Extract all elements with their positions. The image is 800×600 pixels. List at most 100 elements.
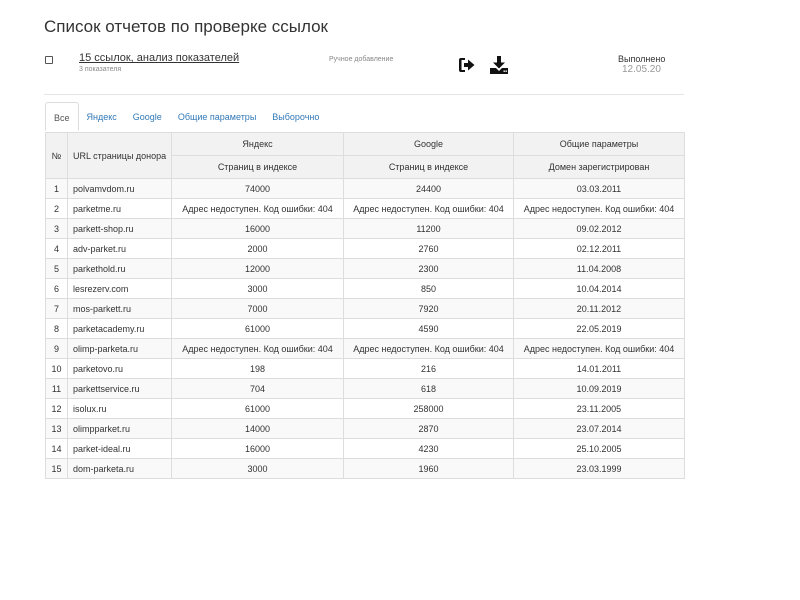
cell-yandex-index: 198 (171, 358, 344, 379)
header-google-index: Страниц в индексе (343, 155, 514, 179)
cell-yandex-index: 7000 (171, 298, 344, 319)
cell-google-index: 2760 (343, 238, 514, 259)
cell-domain-registered: 03.03.2011 (513, 178, 685, 199)
tab-yandex[interactable]: Яндекс (79, 102, 125, 131)
header-url: URL страницы донора (67, 132, 172, 179)
cell-num: 4 (45, 238, 68, 259)
cell-url: parkettservice.ru (67, 378, 172, 399)
cell-num: 5 (45, 258, 68, 279)
table-row: 13 olimpparket.ru 14000 2870 23.07.2014 (45, 418, 685, 439)
header-yandex: Яндекс (171, 132, 344, 156)
cell-google-index: 7920 (343, 298, 514, 319)
cell-url: parketovo.ru (67, 358, 172, 379)
cell-num: 8 (45, 318, 68, 339)
cell-google-index: 850 (343, 278, 514, 299)
cell-domain-registered: 10.04.2014 (513, 278, 685, 299)
cell-domain-registered: 22.05.2019 (513, 318, 685, 339)
cell-google-index: 1960 (343, 458, 514, 479)
table-row: 8 parketacademy.ru 61000 4590 22.05.2019 (45, 318, 685, 339)
cell-url: parketacademy.ru (67, 318, 172, 339)
tab-all[interactable]: Все (45, 102, 79, 131)
cell-url: adv-parket.ru (67, 238, 172, 259)
table-body: 1 polvamvdom.ru 74000 24400 03.03.2011 2 parke… (45, 178, 685, 479)
cell-yandex-index: 61000 (171, 398, 344, 419)
header-google: Google (343, 132, 514, 156)
table-row: 6 lesrezerv.com 3000 850 10.04.2014 (45, 278, 685, 299)
table-row: 2 parketme.ru Адрес недоступен. Код ошибки… (45, 198, 685, 219)
table-row: 1 polvamvdom.ru 74000 24400 03.03.2011 (45, 178, 685, 199)
cell-google-index: 2870 (343, 418, 514, 439)
cell-domain-registered: Адрес недоступен. Код ошибки: 404 (513, 338, 685, 359)
table-row: 14 parket-ideal.ru 16000 4230 25.10.2005 (45, 438, 685, 459)
cell-url: polvamvdom.ru (67, 178, 172, 199)
cell-domain-registered: 23.11.2005 (513, 398, 685, 419)
cell-yandex-index: 704 (171, 378, 344, 399)
tab-selective[interactable]: Выборочно (264, 102, 327, 131)
cell-url: parkett-shop.ru (67, 218, 172, 239)
report-checkbox[interactable] (45, 56, 53, 64)
cell-domain-registered: 11.04.2008 (513, 258, 685, 279)
page-title: Список отчетов по проверке ссылок (44, 17, 328, 36)
table-row: 12 isolux.ru 61000 258000 23.11.2005 (45, 398, 685, 419)
cell-yandex-index: 14000 (171, 418, 344, 439)
header-yandex-index: Страниц в индексе (171, 155, 344, 179)
cell-url: mos-parkett.ru (67, 298, 172, 319)
cell-num: 13 (45, 418, 68, 439)
table-row: 7 mos-parkett.ru 7000 7920 20.11.2012 (45, 298, 685, 319)
header-num: № (45, 132, 68, 179)
cell-google-index: 4230 (343, 438, 514, 459)
report-subtitle: 3 показателя (79, 66, 122, 73)
cell-num: 3 (45, 218, 68, 239)
cell-yandex-index: 74000 (171, 178, 344, 199)
cell-url: isolux.ru (67, 398, 172, 419)
cell-num: 6 (45, 278, 68, 299)
cell-yandex-index: Адрес недоступен. Код ошибки: 404 (171, 338, 344, 359)
cell-url: parketme.ru (67, 198, 172, 219)
tab-bar: Все Яндекс Google Общие параметры Выборо… (45, 102, 684, 131)
cell-domain-registered: 14.01.2011 (513, 358, 685, 379)
tab-google[interactable]: Google (125, 102, 170, 131)
table-row: 4 adv-parket.ru 2000 2760 02.12.2011 (45, 238, 685, 259)
table-row: 5 parkethold.ru 12000 2300 11.04.2008 (45, 258, 685, 279)
header-domain-registered: Домен зарегистрирован (513, 155, 685, 179)
cell-yandex-index: Адрес недоступен. Код ошибки: 404 (171, 198, 344, 219)
table-row: 3 parkett-shop.ru 16000 11200 09.02.2012 (45, 218, 685, 239)
cell-yandex-index: 61000 (171, 318, 344, 339)
cell-domain-registered: 23.03.1999 (513, 458, 685, 479)
status-date: 12.05.20 (622, 64, 661, 75)
sign-in-icon[interactable] (457, 55, 477, 75)
report-link[interactable]: 15 ссылок, анализ показателей (79, 52, 239, 64)
cell-num: 14 (45, 438, 68, 459)
cell-url: parkethold.ru (67, 258, 172, 279)
cell-google-index: 618 (343, 378, 514, 399)
cell-yandex-index: 3000 (171, 458, 344, 479)
cell-domain-registered: 02.12.2011 (513, 238, 685, 259)
download-icon[interactable] (489, 55, 509, 75)
cell-google-index: Адрес недоступен. Код ошибки: 404 (343, 338, 514, 359)
report-method: Ручное добавление (329, 56, 394, 63)
cell-yandex-index: 12000 (171, 258, 344, 279)
cell-domain-registered: 20.11.2012 (513, 298, 685, 319)
results-table: № URL страницы донора Яндекс Google Общи… (45, 132, 685, 479)
cell-num: 12 (45, 398, 68, 419)
cell-yandex-index: 3000 (171, 278, 344, 299)
cell-domain-registered: 23.07.2014 (513, 418, 685, 439)
table-row: 15 dom-parketa.ru 3000 1960 23.03.1999 (45, 458, 685, 479)
cell-num: 9 (45, 338, 68, 359)
header-general: Общие параметры (513, 132, 685, 156)
tab-general-params[interactable]: Общие параметры (170, 102, 264, 131)
cell-google-index: 11200 (343, 218, 514, 239)
cell-yandex-index: 16000 (171, 218, 344, 239)
cell-num: 1 (45, 178, 68, 199)
table-row: 10 parketovo.ru 198 216 14.01.2011 (45, 358, 685, 379)
cell-num: 15 (45, 458, 68, 479)
cell-url: olimpparket.ru (67, 418, 172, 439)
cell-google-index: 258000 (343, 398, 514, 419)
table-row: 9 olimp-parketa.ru Адрес недоступен. Код о… (45, 338, 685, 359)
cell-num: 7 (45, 298, 68, 319)
cell-url: dom-parketa.ru (67, 458, 172, 479)
cell-domain-registered: 25.10.2005 (513, 438, 685, 459)
cell-domain-registered: 10.09.2019 (513, 378, 685, 399)
cell-num: 2 (45, 198, 68, 219)
status-label: Выполнено (618, 54, 666, 64)
